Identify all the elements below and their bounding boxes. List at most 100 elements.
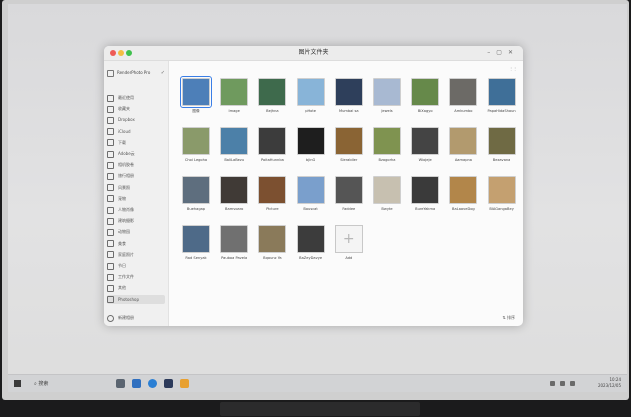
sidebar-item[interactable]: 收藏夹 [107, 104, 165, 113]
photo-tile[interactable]: 图像 [180, 76, 212, 114]
photo-tile[interactable]: Bwyte [371, 176, 403, 212]
window-controls[interactable]: –▢✕ [487, 47, 519, 59]
photo-tile[interactable]: Aamapna [447, 127, 479, 163]
sort-control[interactable]: ⇅ 排序 [502, 315, 515, 321]
photo-thumbnail[interactable] [296, 176, 325, 204]
photo-thumbnail[interactable] [182, 225, 210, 253]
photo-thumbnail[interactable] [258, 176, 287, 204]
photo-thumbnail[interactable] [220, 176, 249, 204]
photo-tile[interactable]: bjinG [295, 127, 327, 163]
sidebar-item[interactable]: 动物园 [107, 227, 165, 236]
plus-icon[interactable]: + [334, 225, 363, 253]
volume-icon[interactable] [560, 381, 565, 386]
taskbar-search[interactable]: ⌕ 搜索 [34, 378, 48, 390]
sidebar-item[interactable]: Photoshop [107, 294, 165, 304]
photo-thumbnail[interactable] [449, 127, 478, 155]
sidebar-item[interactable]: Adobe云 [107, 149, 165, 158]
clock[interactable]: 10:24 2023/12/05 [598, 377, 621, 389]
photo-tile[interactable]: BureYakma [409, 176, 441, 212]
photo-thumbnail[interactable] [373, 127, 401, 155]
photo-tile[interactable]: Picture [256, 176, 288, 212]
photo-thumbnail[interactable] [220, 127, 249, 155]
photo-tile[interactable]: Amkumbo [447, 78, 479, 114]
sidebar-item[interactable]: 旅行相册 [107, 171, 165, 180]
photo-tile[interactable]: BaliLaBezu [218, 127, 250, 163]
photo-tile[interactable]: Image [218, 78, 250, 114]
photo-tile[interactable]: Choi Legoha [180, 127, 212, 163]
photo-thumbnail[interactable] [411, 176, 440, 204]
photo-thumbnail[interactable] [258, 225, 287, 253]
photo-tile[interactable]: Faddee [333, 176, 365, 212]
photo-tile[interactable]: BaZeyDavye [295, 225, 327, 261]
photo-tile[interactable]: Mumbai sa [333, 78, 365, 114]
photo-thumbnail[interactable] [487, 127, 516, 155]
photo-thumbnail[interactable] [258, 78, 287, 106]
sidebar-item[interactable]: 宠物 [107, 194, 165, 203]
photo-thumbnail[interactable] [487, 78, 516, 106]
photo-thumbnail[interactable] [411, 127, 440, 155]
photo-tile[interactable]: Pauboa Pavela [218, 225, 250, 261]
photo-thumbnail[interactable] [449, 176, 478, 204]
photo-tile[interactable]: Bezavana [486, 127, 518, 163]
sidebar-item[interactable]: Dropbox [107, 115, 165, 124]
photo-tile[interactable]: BiXagyo [409, 78, 441, 114]
task-view-icon[interactable] [116, 379, 125, 388]
photo-tile[interactable]: BaLaaveDog [447, 176, 479, 212]
add-photo-tile[interactable]: + Add [333, 225, 365, 261]
photo-tile[interactable]: pHote [295, 78, 327, 114]
photo-thumbnail[interactable] [411, 78, 440, 106]
photo-tile[interactable]: Buehagap [180, 176, 212, 212]
photo-tile[interactable]: BIAGangaBey [486, 176, 518, 212]
sidebar-item[interactable]: 其他 [107, 283, 165, 292]
photo-tile[interactable]: Bouscat [295, 176, 327, 212]
start-menu-icon[interactable] [14, 380, 21, 387]
photo-tile[interactable]: Bamvoaro [218, 176, 250, 212]
battery-icon[interactable] [570, 381, 575, 386]
sidebar-item[interactable]: 风景照 [107, 183, 165, 192]
sidebar-item[interactable]: 人物肖像 [107, 205, 165, 214]
sidebar-footer[interactable]: 新建相册 [107, 313, 134, 322]
photo-tile[interactable]: PapaHidaShaun [486, 78, 518, 114]
photo-thumbnail[interactable] [220, 225, 249, 253]
photo-thumbnail[interactable] [296, 127, 325, 155]
check-icon[interactable]: ✓ [161, 69, 165, 77]
photo-thumbnail[interactable] [334, 78, 363, 106]
title-bar[interactable]: 图片文件夹 –▢✕ [104, 46, 523, 61]
photo-tile[interactable]: Jewels [371, 78, 403, 114]
photo-thumbnail[interactable] [373, 176, 401, 204]
sidebar-header[interactable]: RenderPhoto Pro ✓ [107, 69, 165, 77]
sidebar-item[interactable]: 下载 [107, 138, 165, 147]
sidebar-item[interactable]: 节日 [107, 261, 165, 270]
store-icon[interactable] [132, 379, 141, 388]
photo-thumbnail[interactable] [182, 176, 210, 204]
photo-thumbnail[interactable] [487, 176, 516, 204]
photo-tile[interactable]: Wiojeje [409, 127, 441, 163]
photo-tile[interactable]: Bqaunz Ya [256, 225, 288, 261]
photo-tile[interactable]: Rad Senyak [180, 225, 212, 261]
photo-thumbnail[interactable] [258, 127, 287, 155]
browser-icon[interactable] [148, 379, 157, 388]
sidebar-item[interactable]: 家庭照片 [107, 250, 165, 259]
photo-thumbnail[interactable] [180, 76, 212, 108]
photo-tile[interactable]: Bejhna [256, 78, 288, 114]
sidebar-item[interactable]: 美食 [107, 239, 165, 248]
sidebar-item[interactable]: 相机胶卷 [107, 160, 165, 169]
sidebar-item[interactable]: 建筑摄影 [107, 216, 165, 225]
sidebar-item[interactable]: iCloud [107, 127, 165, 136]
photo-thumbnail[interactable] [296, 225, 325, 253]
photo-thumbnail[interactable] [449, 78, 478, 106]
photo-thumbnail[interactable] [296, 78, 325, 106]
photo-thumbnail[interactable] [220, 78, 249, 106]
view-toggle-icon[interactable]: ⋮⋮ [509, 66, 517, 71]
photo-thumbnail[interactable] [334, 176, 363, 204]
sidebar-item[interactable]: 最近使用 [107, 93, 165, 102]
network-icon[interactable] [550, 381, 555, 386]
photo-tile[interactable]: PoitaHunnba [256, 127, 288, 163]
photo-thumbnail[interactable] [373, 78, 401, 106]
photo-thumbnail[interactable] [334, 127, 363, 155]
photo-tile[interactable]: Bzagorha [371, 127, 403, 163]
file-explorer-icon[interactable] [180, 379, 189, 388]
sidebar-item[interactable]: 工作文件 [107, 272, 165, 281]
photo-thumbnail[interactable] [182, 127, 210, 155]
photo-tile[interactable]: Slerabiler [333, 127, 365, 163]
